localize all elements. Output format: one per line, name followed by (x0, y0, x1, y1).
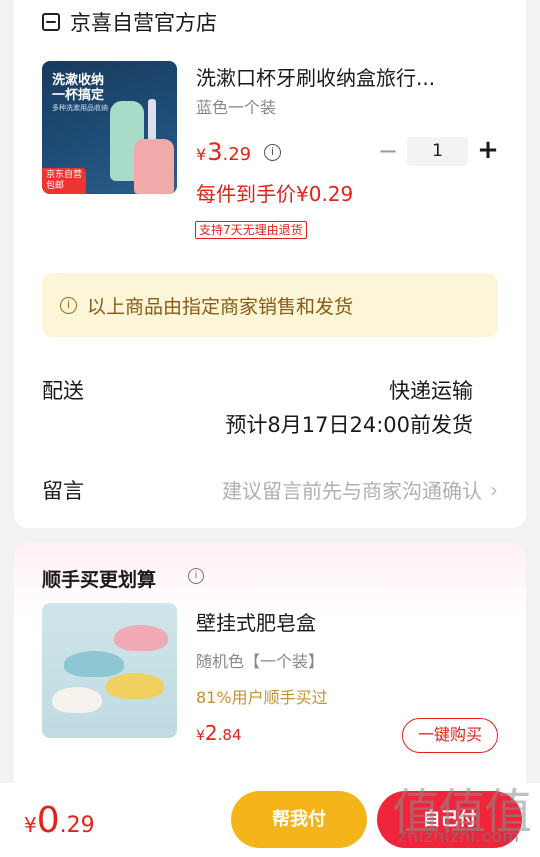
recommend-product-image[interactable] (42, 603, 177, 738)
chevron-right-icon: › (490, 477, 498, 502)
store-name: 京喜自营官方店 (70, 11, 217, 35)
image-title-line2: 一杯搞定 (52, 88, 105, 103)
recommend-product-spec: 随机色【一个装】 (196, 652, 325, 671)
image-title-line1: 洗漱收纳 (52, 73, 105, 88)
store-icon (42, 13, 60, 31)
watermark-url: zhizhizhi.com (398, 827, 520, 847)
price-currency: ¥ (196, 728, 205, 744)
price-decimal: .84 (217, 726, 242, 744)
soap-dish-graphic (114, 625, 168, 651)
quantity-input[interactable]: 1 (407, 137, 468, 166)
quantity-increase-button[interactable]: + (476, 137, 500, 164)
product-image-title: 洗漱收纳 一杯搞定 (52, 73, 104, 103)
store-header[interactable]: 京喜自营官方店 (42, 6, 217, 38)
cup-graphic (134, 139, 174, 194)
seller-notice: i 以上商品由指定商家销售和发货 (42, 273, 498, 337)
quantity-decrease-button[interactable]: − (378, 139, 398, 164)
total-currency: ¥ (24, 813, 37, 837)
product-price: ¥ 3 .29 (196, 138, 251, 166)
recommend-product-price: ¥ 2 .84 (196, 721, 242, 745)
help-me-pay-button[interactable]: 帮我付 (231, 791, 367, 848)
recommend-product-title[interactable]: 壁挂式肥皂盒 (196, 607, 316, 636)
price-info-icon[interactable]: i (264, 144, 281, 161)
total-decimal: .29 (59, 813, 95, 838)
price-currency: ¥ (196, 145, 207, 164)
delivery-time: 预计8月17日24:00前发货 (225, 413, 473, 437)
recommend-section-title: 顺手买更划算 (42, 569, 157, 591)
soap-dish-graphic (52, 687, 102, 713)
price-decimal: .29 (222, 144, 252, 165)
product-image-subtitle: 多种洗漱用品收纳 (52, 104, 108, 112)
badge-line2: 包邮 (46, 181, 65, 191)
recommend-info-icon[interactable]: i (188, 568, 204, 584)
soap-dish-graphic (64, 651, 124, 677)
recommend-product-stat: 81%用户顺手买过 (196, 688, 328, 707)
return-policy-badge: 支持7天无理由退货 (195, 221, 307, 239)
message-label: 留言 (42, 479, 84, 503)
info-icon: i (60, 296, 77, 314)
product-title[interactable]: 洗漱口杯牙刷收纳盒旅行... (196, 62, 486, 91)
message-placeholder: 建议留言前先与商家沟通确认 (222, 479, 482, 503)
notice-text: 以上商品由指定商家销售和发货 (87, 295, 354, 318)
total-integer: 0 (36, 800, 60, 841)
total-price: ¥ 0 .29 (24, 800, 95, 841)
price-integer: 2 (204, 721, 218, 745)
soap-dish-graphic (106, 673, 164, 699)
product-spec: 蓝色一个装 (196, 98, 277, 117)
badge-line1: 京东自营 (46, 170, 83, 180)
final-unit-price: 每件到手价¥0.29 (196, 182, 354, 206)
delivery-method: 快递运输 (389, 379, 473, 403)
product-image[interactable]: 洗漱收纳 一杯搞定 多种洗漱用品收纳 京东自营 包邮 (42, 61, 177, 194)
one-click-buy-button[interactable]: 一键购买 (402, 718, 498, 753)
product-image-badge: 京东自营 包邮 (42, 168, 87, 194)
delivery-label: 配送 (42, 379, 84, 403)
price-integer: 3 (207, 138, 223, 166)
message-field[interactable]: 建议留言前先与商家沟通确认 › (163, 475, 498, 504)
